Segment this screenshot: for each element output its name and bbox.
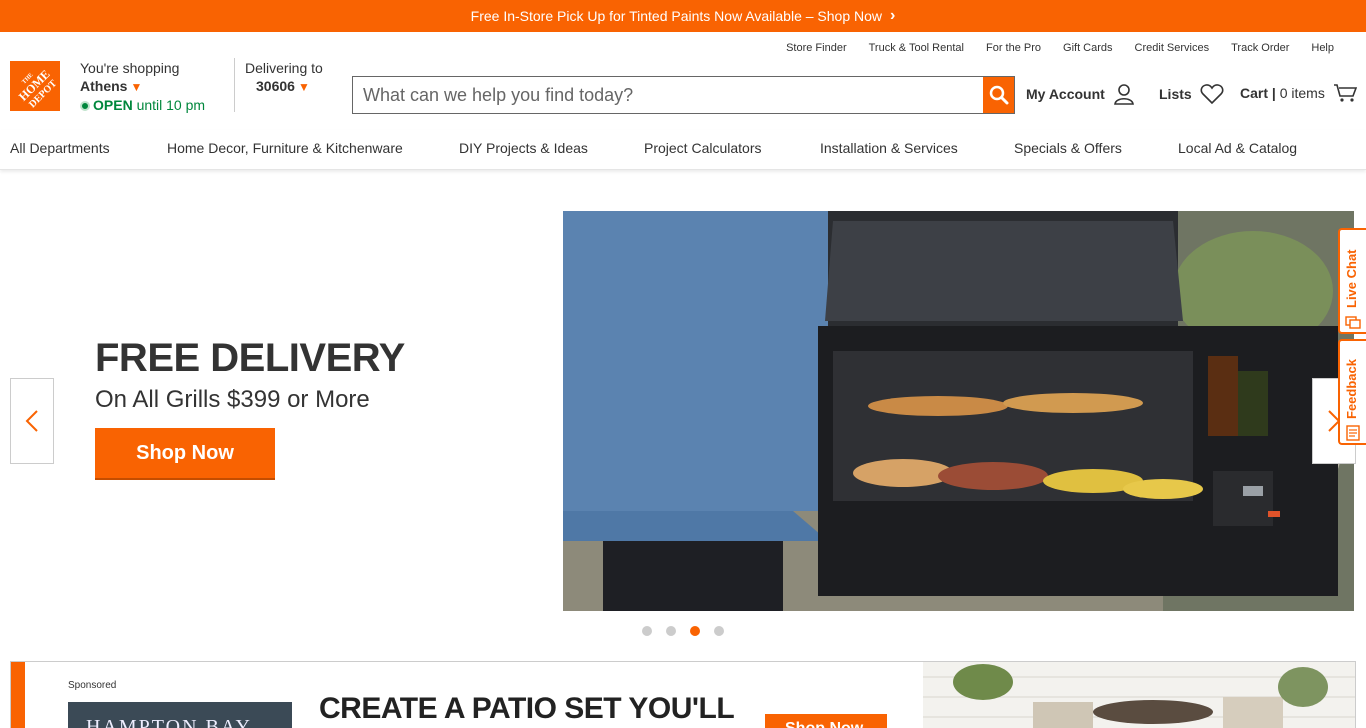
chevron-right-icon: › xyxy=(890,7,896,24)
delivery-label: Delivering to xyxy=(245,60,323,76)
home-depot-logo[interactable]: THE HOME DEPOT xyxy=(10,61,60,111)
user-icon xyxy=(1113,84,1134,105)
feedback-label: Feedback xyxy=(1344,359,1359,419)
delivery-selector[interactable]: Delivering to 30606 ▼ xyxy=(245,59,323,96)
carousel-dot-3[interactable] xyxy=(690,626,700,636)
store-hours: until 10 pm xyxy=(136,97,206,113)
promo-banner[interactable]: Free In-Store Pick Up for Tinted Paints … xyxy=(0,0,1366,32)
hero-title: FREE DELIVERY xyxy=(95,336,405,380)
chat-icon xyxy=(1345,316,1361,329)
promo-text[interactable]: Free In-Store Pick Up for Tinted Paints … xyxy=(471,8,882,24)
my-account-label: My Account xyxy=(1026,86,1105,102)
header-divider xyxy=(234,58,235,112)
chevron-down-icon[interactable]: ▼ xyxy=(130,80,142,94)
main-navigation: All Departments Home Decor, Furniture & … xyxy=(0,130,1366,170)
link-track-order[interactable]: Track Order xyxy=(1231,42,1289,54)
delivery-zip[interactable]: 30606 xyxy=(256,78,295,94)
patio-set-image xyxy=(923,662,1355,728)
store-label: You're shopping xyxy=(80,60,180,76)
nav-local-ad-catalog[interactable]: Local Ad & Catalog xyxy=(1178,140,1297,156)
search-button[interactable] xyxy=(983,77,1014,113)
sponsored-accent-stripe xyxy=(11,662,25,728)
search-input[interactable] xyxy=(353,77,983,113)
sponsored-shop-now-button[interactable]: Shop Now xyxy=(765,714,887,728)
carousel-indicators xyxy=(642,626,724,636)
sponsored-label: Sponsored xyxy=(68,680,117,691)
heart-icon xyxy=(1200,84,1224,105)
nav-diy-projects[interactable]: DIY Projects & Ideas xyxy=(459,140,588,156)
open-status-dot-icon xyxy=(80,101,90,111)
sponsored-banner[interactable]: Sponsored HAMPTON BAY CREATE A PATIO SET… xyxy=(10,661,1356,728)
link-credit-services[interactable]: Credit Services xyxy=(1135,42,1210,54)
sponsored-headline: CREATE A PATIO SET YOU'LL xyxy=(319,692,735,725)
feedback-icon xyxy=(1346,425,1360,441)
sponsor-brand-logo: HAMPTON BAY xyxy=(68,702,292,728)
link-gift-cards[interactable]: Gift Cards xyxy=(1063,42,1113,54)
hero-subtitle: On All Grills $399 or More xyxy=(95,386,370,413)
nav-specials-offers[interactable]: Specials & Offers xyxy=(1014,140,1122,156)
nav-all-departments[interactable]: All Departments xyxy=(10,140,110,156)
chevron-left-icon xyxy=(25,410,38,432)
live-chat-tab[interactable]: Live Chat xyxy=(1338,228,1366,334)
hero-grill-image[interactable] xyxy=(563,211,1354,611)
carousel-dot-2[interactable] xyxy=(666,626,676,636)
store-status: OPEN xyxy=(93,97,133,113)
cart-icon xyxy=(1333,84,1357,102)
search-icon xyxy=(989,85,1008,105)
hero-shop-now-button[interactable]: Shop Now xyxy=(95,428,275,478)
chevron-down-icon[interactable]: ▼ xyxy=(298,80,310,94)
my-account-button[interactable]: My Account xyxy=(1026,83,1135,105)
live-chat-label: Live Chat xyxy=(1344,249,1359,308)
lists-button[interactable]: Lists xyxy=(1159,83,1224,105)
search-bar xyxy=(352,76,1015,114)
link-for-the-pro[interactable]: For the Pro xyxy=(986,42,1041,54)
nav-project-calculators[interactable]: Project Calculators xyxy=(644,140,762,156)
link-truck-tool-rental[interactable]: Truck & Tool Rental xyxy=(869,42,964,54)
carousel-dot-1[interactable] xyxy=(642,626,652,636)
cart-item-count: 0 items xyxy=(1279,85,1325,101)
nav-installation-services[interactable]: Installation & Services xyxy=(820,140,958,156)
lists-label: Lists xyxy=(1159,86,1192,102)
nav-home-decor[interactable]: Home Decor, Furniture & Kitchenware xyxy=(167,140,403,156)
carousel-prev-button[interactable] xyxy=(10,378,54,464)
carousel-dot-4[interactable] xyxy=(714,626,724,636)
link-store-finder[interactable]: Store Finder xyxy=(786,42,847,54)
cart-label: Cart xyxy=(1240,85,1269,101)
feedback-tab[interactable]: Feedback xyxy=(1338,339,1366,445)
store-selector[interactable]: You're shopping Athens ▼ OPEN until 10 pm xyxy=(80,59,205,114)
store-city[interactable]: Athens xyxy=(80,78,127,94)
cart-button[interactable]: Cart | 0 items xyxy=(1240,83,1357,103)
utility-links: Store Finder Truck & Tool Rental For the… xyxy=(786,42,1334,54)
link-help[interactable]: Help xyxy=(1311,42,1334,54)
